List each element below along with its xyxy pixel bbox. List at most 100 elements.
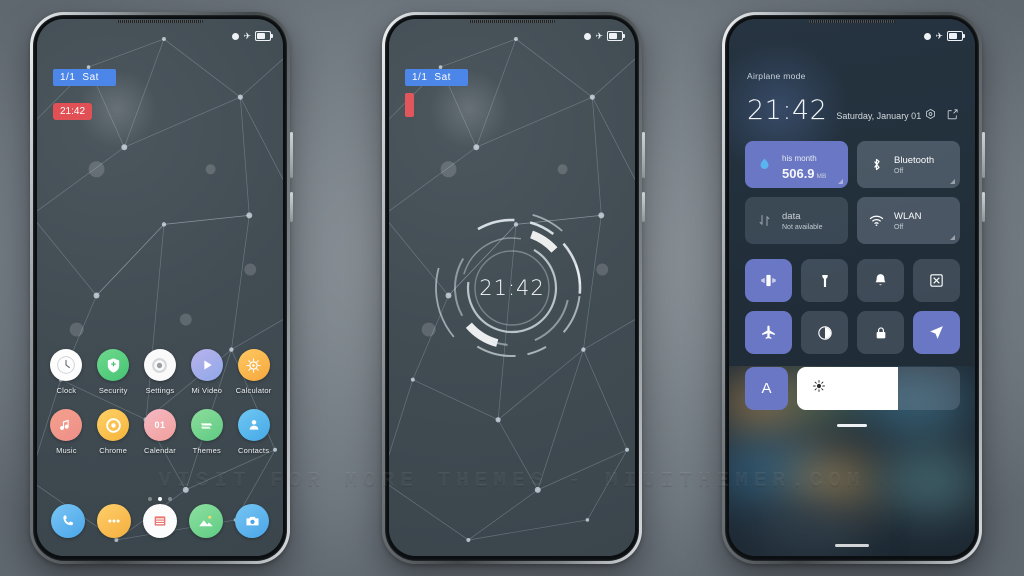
play-icon (190, 349, 223, 381)
brightness-sun-icon (812, 379, 826, 398)
calendar-day: 01 (154, 420, 166, 430)
status-bar-1: ✈ (37, 28, 283, 44)
wifi-icon (866, 212, 886, 229)
app-label-calculator: Calculator (235, 386, 272, 395)
tile-row-2: data Not available WLAN Off (745, 197, 960, 244)
time-widget-1[interactable]: 21:42 (53, 103, 93, 120)
shade-header-icons (924, 108, 959, 121)
airplane-icon: ✈ (243, 30, 251, 41)
wallpaper-constellation-1 (37, 19, 283, 556)
page-dot-3[interactable] (168, 497, 172, 501)
app-settings[interactable]: Settings (138, 349, 182, 395)
location-toggle[interactable] (913, 311, 960, 354)
battery-icon (255, 31, 273, 41)
contacts-icon (237, 409, 270, 441)
quick-tiles: his month 506.9 MB Bluetooth Off data No… (745, 141, 960, 253)
phone-icon[interactable] (51, 504, 85, 538)
date-day-1: 1/1 (60, 72, 76, 83)
dot-icon (924, 32, 932, 40)
data-drop-icon (754, 156, 774, 173)
app-themes[interactable]: Themes (185, 409, 229, 455)
app-chrome[interactable]: Chrome (91, 409, 135, 455)
wlan-title: WLAN (894, 210, 922, 222)
screen-1: ✈ 1/1 Sat 21:42 Clock Security Settings … (37, 19, 283, 556)
bluetooth-title: Bluetooth (894, 154, 935, 166)
lock-toggle[interactable] (857, 311, 904, 354)
wlan-text: WLAN Off (894, 211, 951, 231)
bluetooth-icon (866, 157, 886, 172)
shade-drag-handle[interactable] (837, 424, 867, 427)
tile-expand-corner[interactable] (950, 235, 955, 240)
app-music[interactable]: Music (44, 409, 88, 455)
messages-icon[interactable] (97, 504, 131, 538)
earpiece-speaker-3 (809, 20, 895, 23)
themes-icon (190, 409, 223, 441)
data-usage-unit: MB (816, 173, 827, 180)
app-calendar[interactable]: 01 Calendar (138, 409, 182, 455)
shade-clock-row: 21:42 Saturday, January 01 (747, 97, 959, 124)
volume-button-2[interactable] (642, 132, 645, 178)
phone-control-center: ✈ Airplane mode 21:42 Saturday, January … (722, 12, 985, 564)
clock-icon (50, 349, 83, 381)
airplane-toggle[interactable] (745, 311, 792, 354)
data-usage-tile[interactable]: his month 506.9 MB (745, 141, 848, 188)
phone-home-screen: ✈ 1/1 Sat 21:42 Clock Security Settings … (30, 12, 293, 564)
lock-clock-ring: 21:42 (427, 203, 597, 373)
volume-button-1[interactable] (290, 132, 293, 178)
power-button-1[interactable] (290, 192, 293, 222)
flashlight-toggle[interactable] (801, 259, 848, 302)
app-security[interactable]: Security (91, 349, 135, 395)
wlan-state: Off (894, 223, 904, 231)
app-contacts[interactable]: Contacts (232, 409, 276, 455)
mobile-data-state: Not available (782, 223, 823, 231)
quick-toggle-row-1 (745, 259, 960, 302)
tile-row-1: his month 506.9 MB Bluetooth Off (745, 141, 960, 188)
volume-button-3[interactable] (982, 132, 985, 178)
edit-icon[interactable] (946, 108, 959, 121)
page-dot-2-active[interactable] (158, 497, 162, 501)
vibrate-toggle[interactable] (745, 259, 792, 302)
bluetooth-state: Off (894, 167, 904, 175)
app-calculator[interactable]: Calculator (232, 349, 276, 395)
app-clock[interactable]: Clock (44, 349, 88, 395)
status-bar-right-2: ✈ (584, 31, 625, 41)
shade-time: 21:42 (747, 95, 828, 126)
quick-toggle-row-2 (745, 311, 960, 354)
calculator-icon (237, 349, 270, 381)
lock-screen-clock: 21:42 (479, 275, 545, 300)
airplane-icon: ✈ (935, 30, 943, 41)
date-widget-2[interactable]: 1/1 Sat (405, 69, 468, 86)
page-dot-1[interactable] (148, 497, 152, 501)
date-widget-1[interactable]: 1/1 Sat (53, 69, 116, 86)
status-bar-2: ✈ (389, 28, 635, 44)
tile-expand-corner[interactable] (838, 179, 843, 184)
ringer-toggle[interactable] (857, 259, 904, 302)
earpiece-speaker-1 (117, 20, 203, 23)
browser-icon[interactable] (143, 504, 177, 538)
wlan-tile[interactable]: WLAN Off (857, 197, 960, 244)
dark-mode-toggle[interactable] (801, 311, 848, 354)
bluetooth-tile[interactable]: Bluetooth Off (857, 141, 960, 188)
dock-bar (37, 504, 283, 538)
screenshot-toggle[interactable] (913, 259, 960, 302)
music-note-icon (50, 409, 83, 441)
red-accent-bar (405, 93, 414, 117)
phone-lock-screen: ✈ 1/1 Sat 21:42 (382, 12, 645, 564)
camera-icon[interactable] (235, 504, 269, 538)
power-button-2[interactable] (642, 192, 645, 222)
dot-icon (232, 32, 240, 40)
auto-brightness-button[interactable]: A (745, 367, 788, 410)
app-mi-video[interactable]: Mi Video (185, 349, 229, 395)
mobile-data-tile[interactable]: data Not available (745, 197, 848, 244)
gallery-icon[interactable] (189, 504, 223, 538)
chrome-icon (97, 409, 130, 441)
brightness-slider[interactable] (797, 367, 960, 410)
tile-expand-corner[interactable] (950, 179, 955, 184)
data-usage-period: his month (782, 154, 817, 163)
settings-gear-icon[interactable] (924, 108, 937, 121)
brightness-row: A (745, 367, 960, 410)
brightness-slider-fill (797, 367, 899, 410)
home-indicator[interactable] (835, 544, 869, 547)
power-button-3[interactable] (982, 192, 985, 222)
page-indicator[interactable] (37, 497, 283, 501)
